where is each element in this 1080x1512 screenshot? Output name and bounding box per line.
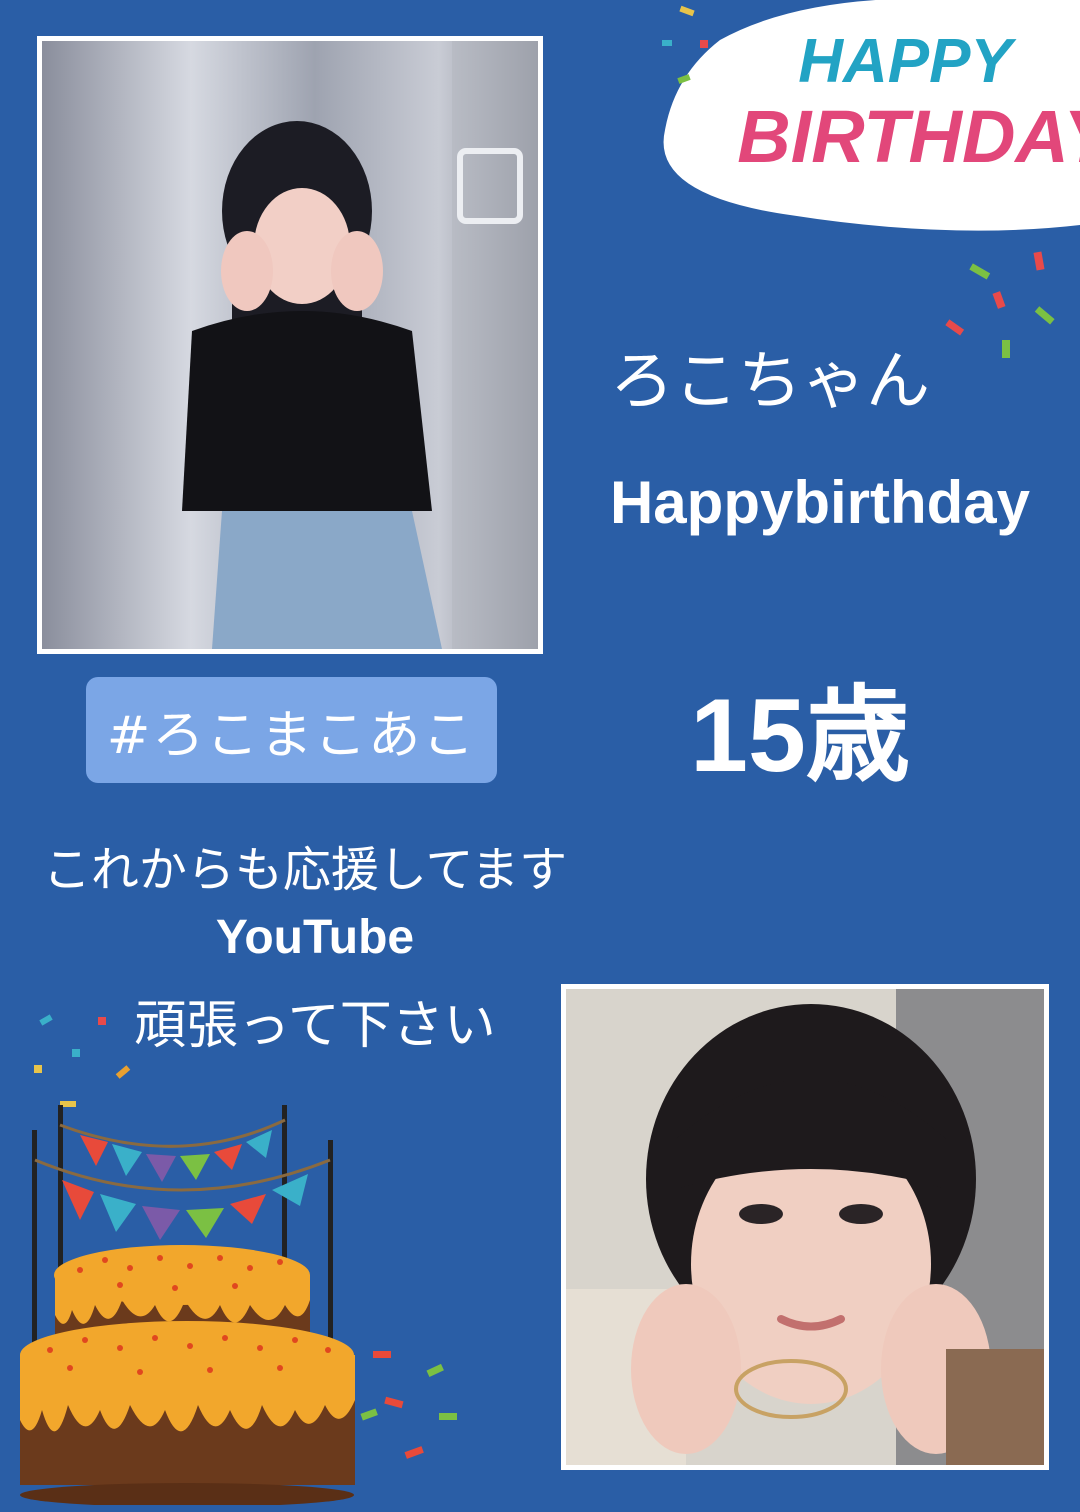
support-message: これからも応援してます	[42, 842, 568, 898]
photo-bottom-right	[561, 984, 1049, 1470]
age-text: 15歳	[690, 678, 910, 794]
photo-top-left	[37, 36, 543, 654]
confetti-bottom	[34, 1014, 131, 1107]
youtube-text: YouTube	[215, 911, 415, 964]
name-heading: ろこちゃん	[610, 345, 930, 419]
happy-birthday-text: Happybirthday	[609, 469, 1031, 536]
confetti-cake-right	[360, 1351, 457, 1459]
cake-icon	[20, 1105, 355, 1505]
hashtag-text: #ろこまこあこ	[106, 705, 477, 766]
hashtag-badge: #ろこまこあこ	[86, 677, 497, 783]
confetti-top	[662, 5, 1055, 358]
